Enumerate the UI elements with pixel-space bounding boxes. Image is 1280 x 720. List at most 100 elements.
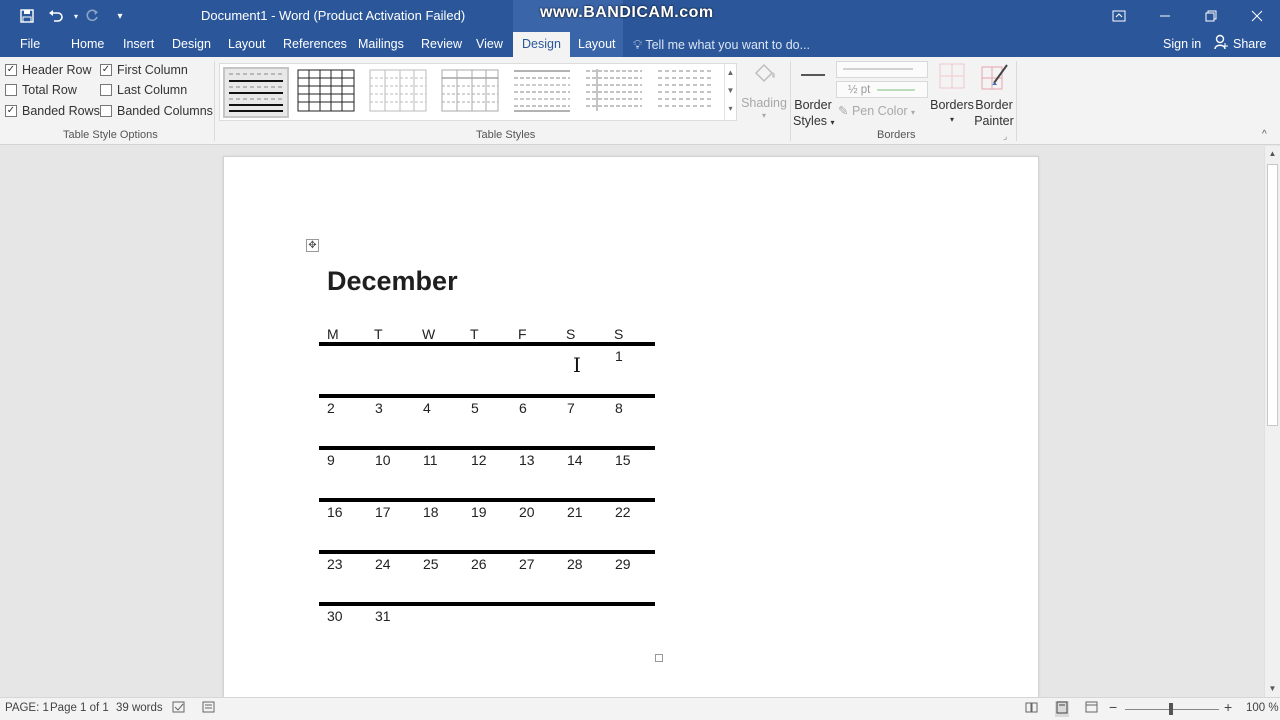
tab-references[interactable]: References [283, 32, 347, 57]
web-layout-icon[interactable] [1085, 701, 1099, 717]
calendar-day-cell[interactable]: 12 [471, 452, 487, 468]
calendar-day-cell[interactable]: 13 [519, 452, 535, 468]
line-weight-dropdown[interactable]: ½ pt [836, 81, 928, 98]
table-style-thumbnail[interactable] [655, 67, 721, 118]
page-section-indicator[interactable]: PAGE: 1 [5, 702, 49, 714]
table-style-thumbnail[interactable] [511, 67, 577, 118]
pen-color-button[interactable]: ✎ Pen Color ▾ [838, 103, 915, 118]
tab-design[interactable]: Design [172, 32, 211, 57]
save-icon[interactable] [13, 0, 41, 32]
table-style-thumbnail[interactable] [583, 67, 649, 118]
table-style-thumbnail[interactable] [439, 67, 505, 118]
calendar-day-cell[interactable]: 23 [327, 556, 343, 572]
zoom-slider-thumb[interactable] [1169, 703, 1173, 715]
table-move-handle-icon[interactable]: ✥ [306, 239, 319, 252]
borders-dialog-launcher-icon[interactable]: ⌟ [1003, 131, 1007, 142]
table-resize-handle-icon[interactable] [655, 654, 663, 662]
restore-icon[interactable] [1188, 0, 1234, 32]
calendar-day-cell[interactable]: 17 [375, 504, 391, 520]
scroll-up-arrow-icon[interactable]: ▲ [1265, 147, 1280, 161]
ribbon-display-options-icon[interactable] [1096, 0, 1142, 32]
banded-columns-checkbox[interactable]: Banded Columns [100, 103, 213, 119]
calendar-day-cell[interactable]: 8 [615, 400, 623, 416]
border-painter-button[interactable]: Border Painter [974, 61, 1014, 129]
calendar-day-cell[interactable]: 19 [471, 504, 487, 520]
header-row-checkbox[interactable]: ✓ Header Row [5, 62, 91, 78]
calendar-day-cell[interactable]: 3 [375, 400, 383, 416]
calendar-day-cell[interactable]: 11 [423, 452, 438, 468]
calendar-day-cell[interactable]: 6 [519, 400, 527, 416]
word-count[interactable]: 39 words [116, 702, 163, 714]
tab-table-design[interactable]: Design [513, 32, 570, 57]
calendar-day-cell[interactable]: 9 [327, 452, 335, 468]
calendar-day-cell[interactable]: 28 [567, 556, 583, 572]
calendar-day-cell[interactable]: 1 [615, 348, 623, 364]
calendar-day-cell[interactable]: 26 [471, 556, 487, 572]
tell-me-box[interactable]: 💡︎ Tell me what you want to do... [633, 32, 810, 57]
calendar-day-cell[interactable]: 18 [423, 504, 439, 520]
calendar-day-cell[interactable]: 4 [423, 400, 431, 416]
read-mode-icon[interactable] [1025, 701, 1039, 717]
borders-button[interactable]: Borders ▾ [930, 61, 974, 127]
calendar-day-cell[interactable]: 22 [615, 504, 631, 520]
share-button[interactable]: Share [1211, 34, 1269, 55]
calendar-day-cell[interactable]: 29 [615, 556, 631, 572]
border-styles-button[interactable]: Border Styles ▾ [793, 61, 835, 131]
table-style-thumbnail[interactable] [295, 67, 361, 118]
calendar-day-cell[interactable]: 30 [327, 608, 343, 624]
calendar-day-cell[interactable]: 21 [567, 504, 583, 520]
tab-layout[interactable]: Layout [228, 32, 266, 57]
zoom-level[interactable]: 100 % [1246, 702, 1279, 714]
tab-insert[interactable]: Insert [123, 32, 154, 57]
shading-button[interactable]: Shading ▾ [741, 61, 787, 121]
gallery-up-arrow-icon[interactable]: ▲ [725, 64, 736, 82]
table-style-thumbnail[interactable] [367, 67, 433, 118]
first-column-checkbox[interactable]: ✓ First Column [100, 62, 188, 78]
tab-review[interactable]: Review [421, 32, 462, 57]
last-column-checkbox[interactable]: Last Column [100, 82, 187, 98]
line-style-dropdown[interactable] [836, 61, 928, 78]
close-icon[interactable] [1234, 0, 1280, 32]
calendar-day-cell[interactable]: 24 [375, 556, 391, 572]
tab-home[interactable]: Home [71, 32, 104, 57]
tab-file[interactable]: File [20, 32, 40, 57]
customize-qat-icon[interactable]: ▾ [106, 0, 134, 32]
unchecked-box-icon [5, 84, 17, 96]
calendar-day-cell[interactable]: 14 [567, 452, 583, 468]
print-layout-icon[interactable] [1055, 701, 1069, 717]
zoom-out-icon[interactable]: − [1109, 699, 1117, 715]
tab-table-layout[interactable]: Layout [578, 32, 616, 57]
calendar-day-cell[interactable]: 5 [471, 400, 479, 416]
tab-mailings[interactable]: Mailings [358, 32, 404, 57]
calendar-day-cell[interactable]: 31 [375, 608, 391, 624]
scroll-down-arrow-icon[interactable]: ▼ [1265, 682, 1280, 696]
calendar-day-cell[interactable]: 20 [519, 504, 535, 520]
page-count[interactable]: Page 1 of 1 [50, 702, 109, 714]
banded-rows-checkbox[interactable]: ✓ Banded Rows [5, 103, 100, 119]
scrollbar-thumb[interactable] [1267, 164, 1278, 426]
calendar-day-cell[interactable]: 15 [615, 452, 631, 468]
sign-in-link[interactable]: Sign in [1163, 32, 1201, 57]
document-page[interactable] [223, 156, 1039, 697]
proofing-icon[interactable] [172, 701, 186, 717]
minimize-icon[interactable] [1142, 0, 1188, 32]
gallery-more-icon[interactable]: ▾ [725, 100, 736, 118]
macro-recording-icon[interactable] [202, 701, 216, 717]
redo-icon[interactable] [78, 0, 106, 32]
calendar-day-cell[interactable]: 16 [327, 504, 343, 520]
vertical-scrollbar[interactable]: ▲ ▼ [1264, 146, 1280, 697]
table-row-border [319, 550, 655, 554]
collapse-ribbon-icon[interactable]: ^ [1262, 129, 1267, 140]
calendar-day-cell[interactable]: 2 [327, 400, 335, 416]
gallery-down-arrow-icon[interactable]: ▼ [725, 82, 736, 100]
calendar-day-cell[interactable]: 10 [375, 452, 391, 468]
tab-view[interactable]: View [476, 32, 503, 57]
table-style-thumbnail[interactable] [223, 67, 289, 118]
calendar-day-cell[interactable]: 27 [519, 556, 535, 572]
zoom-in-icon[interactable]: + [1224, 699, 1232, 715]
calendar-day-cell[interactable]: 25 [423, 556, 439, 572]
day-header: T [470, 326, 479, 342]
total-row-checkbox[interactable]: Total Row [5, 82, 77, 98]
month-heading[interactable]: December [327, 266, 458, 297]
calendar-day-cell[interactable]: 7 [567, 400, 575, 416]
